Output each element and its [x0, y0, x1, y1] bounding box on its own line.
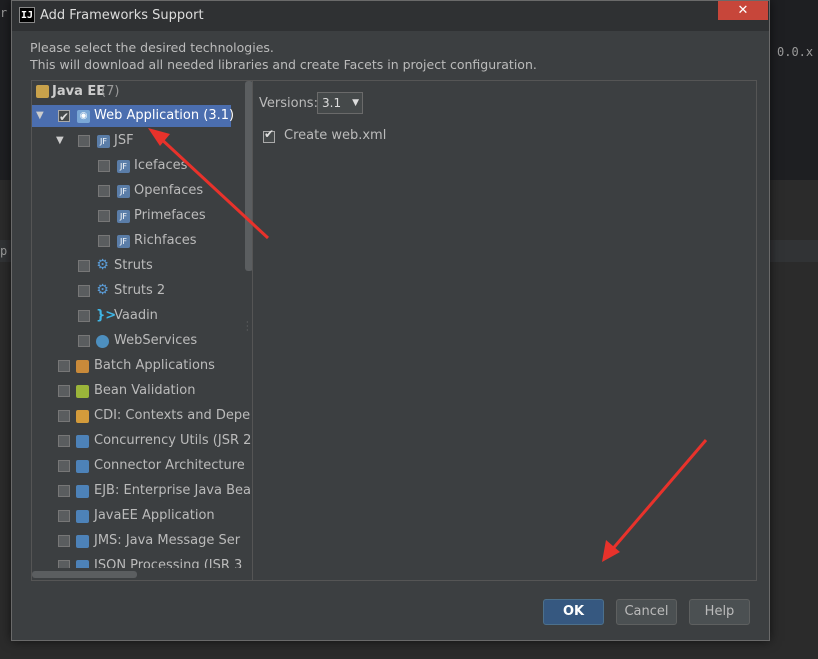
- annotation-arrow-web-application: [148, 128, 270, 240]
- annotation-arrow-ok: [602, 439, 708, 562]
- annotation-arrows: [148, 128, 708, 562]
